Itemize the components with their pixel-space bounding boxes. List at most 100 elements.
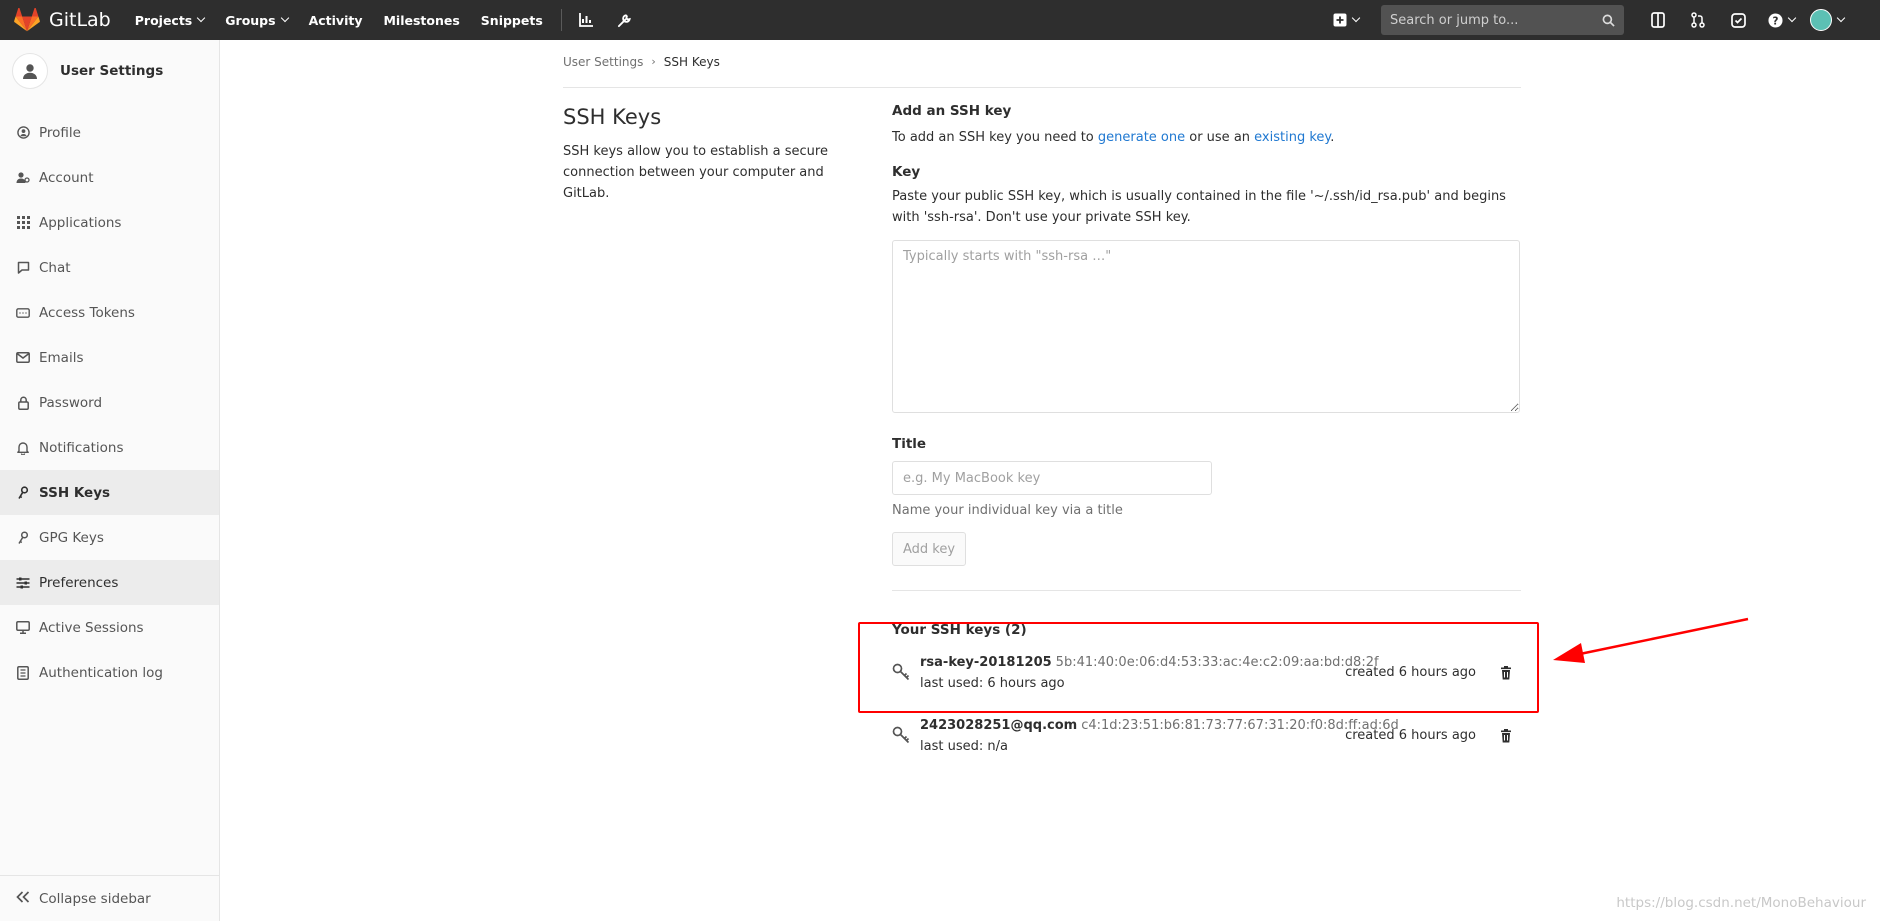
- user-avatar-icon: [1810, 9, 1832, 31]
- chart-icon[interactable]: [568, 0, 606, 40]
- help-dropdown[interactable]: ?: [1758, 0, 1804, 40]
- intro-text: .: [1330, 130, 1335, 145]
- chevron-down-icon: [1351, 13, 1361, 23]
- search-box[interactable]: Search or jump to...: [1381, 5, 1624, 35]
- nav-projects-label: Projects: [134, 12, 193, 28]
- new-dropdown[interactable]: [1323, 0, 1369, 40]
- plus-square-icon: [1333, 13, 1347, 27]
- chevron-down-icon: [197, 13, 206, 23]
- sidebar-title: User Settings: [60, 63, 164, 79]
- key-hint: Paste your public SSH key, which is usua…: [892, 189, 1506, 225]
- sidebar-item-password[interactable]: Password: [0, 380, 219, 425]
- trash-icon[interactable]: [1499, 729, 1513, 743]
- key-textarea[interactable]: [892, 240, 1520, 413]
- user-avatar: [12, 53, 48, 89]
- sidebar-item-label: GPG Keys: [39, 529, 104, 546]
- todo-panel-icon[interactable]: [1638, 0, 1678, 40]
- account-icon: [16, 171, 30, 185]
- main-nav: Projects Groups Activity Milestones Snip…: [135, 0, 644, 40]
- search-icon: [1602, 14, 1615, 27]
- merge-request-icon[interactable]: [1678, 0, 1718, 40]
- email-icon: [16, 351, 30, 365]
- sidebar-item-gpg-keys[interactable]: GPG Keys: [0, 515, 219, 560]
- title-input[interactable]: [892, 461, 1212, 495]
- sidebar-item-label: Account: [39, 169, 94, 186]
- key-created: created 6 hours ago: [1345, 728, 1476, 743]
- gitlab-home-link[interactable]: GitLab: [14, 0, 111, 40]
- sidebar-item-profile[interactable]: Profile: [0, 110, 219, 155]
- top-navbar: GitLab Projects Groups Activity Mileston…: [0, 0, 1880, 40]
- intro-text: To add an SSH key you need to: [892, 130, 1098, 145]
- nav-milestones[interactable]: Milestones: [383, 13, 459, 28]
- key-label: Key: [892, 164, 921, 180]
- collapse-sidebar-button[interactable]: Collapse sidebar: [0, 875, 219, 921]
- search-input[interactable]: Search or jump to...: [1390, 13, 1602, 28]
- watermark: https://blog.csdn.net/MonoBehaviour: [1616, 895, 1866, 911]
- bell-icon: [16, 441, 30, 455]
- sidebar-header[interactable]: User Settings: [0, 40, 219, 102]
- gitlab-logo-icon: [14, 8, 40, 32]
- sidebar-item-account[interactable]: Account: [0, 155, 219, 200]
- sidebar-item-label: Emails: [39, 349, 84, 366]
- sidebar-item-preferences[interactable]: Preferences: [0, 560, 219, 605]
- sidebar-item-label: Profile: [39, 124, 81, 141]
- check-square-icon[interactable]: [1718, 0, 1758, 40]
- wrench-icon[interactable]: [606, 0, 644, 40]
- lock-icon: [16, 396, 30, 410]
- nav-groups[interactable]: Groups: [225, 12, 289, 28]
- person-icon: [23, 64, 37, 79]
- chevron-down-icon: [1787, 13, 1796, 23]
- nav-divider: [560, 9, 562, 31]
- add-ssh-key-form: Add an SSH key To add an SSH key you nee…: [892, 103, 1521, 591]
- sidebar-item-ssh-keys[interactable]: SSH Keys: [0, 470, 219, 515]
- nav-activity[interactable]: Activity: [309, 13, 363, 28]
- sidebar-item-chat[interactable]: Chat: [0, 245, 219, 290]
- chevron-down-icon: [1836, 13, 1846, 23]
- ssh-key-row[interactable]: 2423028251@qq.com c4:1d:23:51:b6:81:73:77…: [892, 710, 1521, 773]
- chevron-right-icon: ›: [651, 55, 656, 68]
- divider: [892, 590, 1521, 591]
- sidebar-item-access-tokens[interactable]: Access Tokens: [0, 290, 219, 335]
- sidebar-item-label: Password: [39, 394, 103, 411]
- page-description: SSH keys allow you to establish a secure…: [563, 144, 828, 201]
- double-chevron-left-icon: [16, 890, 30, 907]
- key-icon: [892, 726, 910, 744]
- sidebar-item-authentication-log[interactable]: Authentication log: [0, 650, 219, 695]
- nav-snippets[interactable]: Snippets: [481, 13, 543, 28]
- chat-icon: [16, 261, 30, 275]
- sidebar-item-emails[interactable]: Emails: [0, 335, 219, 380]
- sidebar-item-label: Active Sessions: [39, 619, 144, 636]
- intro-text: or use an: [1185, 130, 1255, 145]
- key-name[interactable]: 2423028251@qq.com: [920, 718, 1077, 733]
- token-icon: [16, 306, 30, 320]
- applications-icon: [16, 216, 30, 230]
- key-last-used: last used: n/a: [920, 739, 1008, 754]
- sidebar-menu: Profile Account Applications Chat Access…: [0, 110, 219, 695]
- existing-key-link[interactable]: existing key: [1254, 130, 1330, 145]
- breadcrumb-user-settings[interactable]: User Settings: [563, 55, 643, 69]
- preferences-icon: [16, 576, 30, 590]
- brand-name: GitLab: [49, 9, 111, 31]
- sidebar-item-notifications[interactable]: Notifications: [0, 425, 219, 470]
- sidebar-item-label: Applications: [39, 214, 122, 231]
- key-icon: [16, 485, 30, 500]
- user-menu[interactable]: [1804, 0, 1850, 40]
- breadcrumb: User Settings › SSH Keys: [563, 55, 1521, 88]
- sidebar-item-label: Chat: [39, 259, 71, 276]
- sidebar-item-active-sessions[interactable]: Active Sessions: [0, 605, 219, 650]
- sidebar-item-label: Notifications: [39, 439, 124, 456]
- sidebar-item-applications[interactable]: Applications: [0, 200, 219, 245]
- sidebar-item-label: SSH Keys: [39, 484, 111, 501]
- add-key-button[interactable]: Add key: [892, 532, 967, 566]
- sidebar-item-label: Preferences: [39, 574, 119, 591]
- collapse-sidebar-label: Collapse sidebar: [39, 890, 151, 907]
- chevron-down-icon: [280, 13, 289, 23]
- breadcrumb-ssh-keys[interactable]: SSH Keys: [664, 55, 720, 69]
- title-label: Title: [892, 436, 927, 452]
- page-title: SSH Keys: [563, 105, 662, 129]
- log-icon: [16, 665, 30, 680]
- nav-projects[interactable]: Projects: [134, 12, 206, 28]
- navbar-right: Search or jump to... ?: [1323, 0, 1880, 40]
- nav-groups-label: Groups: [225, 12, 276, 28]
- generate-one-link[interactable]: generate one: [1098, 130, 1185, 145]
